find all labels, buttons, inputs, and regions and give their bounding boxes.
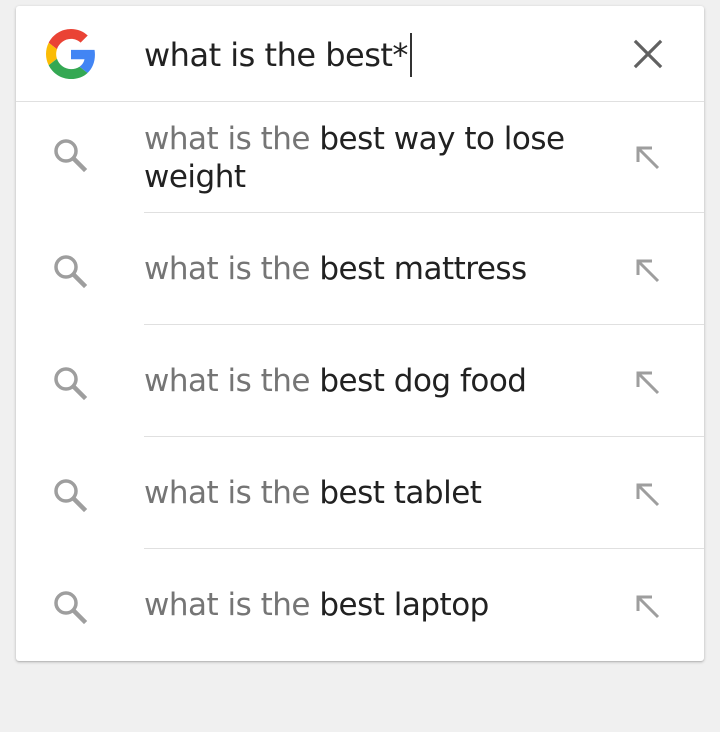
suggestion-prefix: what is the [144,587,320,623]
close-icon[interactable] [628,34,668,74]
suggestion-completion: best dog food [319,363,527,399]
arrow-up-left-icon[interactable] [628,251,668,291]
search-icon [54,255,88,289]
suggestion-text: what is the best mattress [144,250,584,288]
suggestion-prefix: what is the [144,363,320,399]
search-input[interactable]: what is the best* [144,30,412,80]
suggestion-item[interactable]: what is the best laptop [16,549,704,661]
suggestion-completion: best laptop [319,587,489,623]
text-cursor [409,33,412,77]
arrow-up-left-icon[interactable] [628,138,668,178]
search-icon [54,367,88,401]
search-bar: what is the best* [16,6,704,102]
suggestion-prefix: what is the [144,475,320,511]
suggestion-completion: best mattress [319,251,527,287]
suggestion-completion: best tablet [319,475,482,511]
search-query-text: what is the best* [144,36,408,74]
suggestion-prefix: what is the [144,251,320,287]
suggestion-item[interactable]: what is the best mattress [16,213,704,325]
suggestion-text: what is the best way to lose weight [144,120,584,196]
google-logo [46,29,95,79]
suggestion-item[interactable]: what is the best dog food [16,325,704,437]
suggestion-text: what is the best laptop [144,586,584,624]
search-icon [54,591,88,625]
suggestion-text: what is the best dog food [144,362,584,400]
suggestion-text: what is the best tablet [144,474,584,512]
search-icon [54,479,88,513]
arrow-up-left-icon[interactable] [628,587,668,627]
arrow-up-left-icon[interactable] [628,475,668,515]
suggestion-item[interactable]: what is the best way to lose weight [16,102,704,214]
suggestion-item[interactable]: what is the best tablet [16,437,704,549]
suggestion-prefix: what is the [144,121,320,157]
search-suggestions-card: what is the best* what is the best way t… [16,6,704,661]
search-icon [54,139,88,173]
arrow-up-left-icon[interactable] [628,363,668,403]
